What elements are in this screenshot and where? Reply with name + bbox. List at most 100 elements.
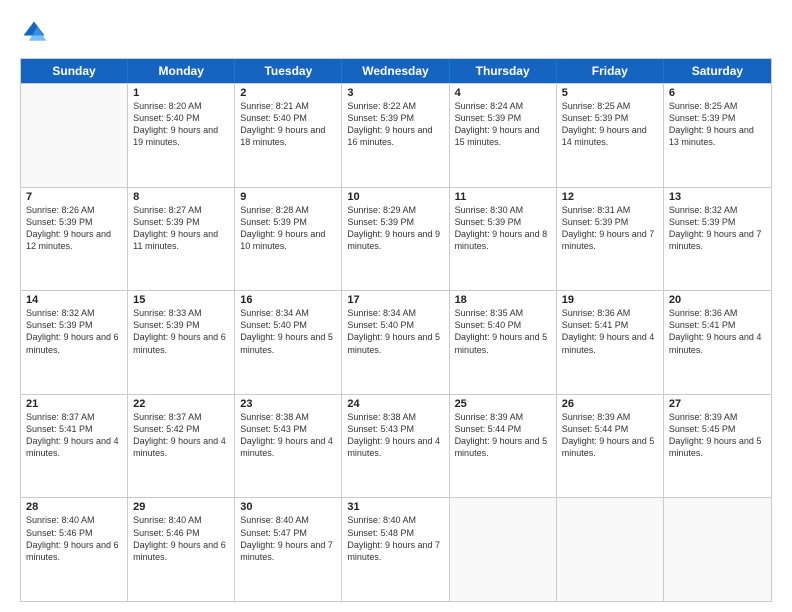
sunrise: Sunrise: 8:26 AM [26, 204, 122, 216]
daylight: Daylight: 9 hours and 4 minutes. [26, 435, 122, 459]
day-number: 11 [455, 191, 551, 203]
calendar-cell: 8Sunrise: 8:27 AMSunset: 5:39 PMDaylight… [128, 188, 235, 291]
calendar-cell: 11Sunrise: 8:30 AMSunset: 5:39 PMDayligh… [450, 188, 557, 291]
sunrise: Sunrise: 8:29 AM [347, 204, 443, 216]
day-number: 30 [240, 501, 336, 513]
calendar-cell: 6Sunrise: 8:25 AMSunset: 5:39 PMDaylight… [664, 84, 771, 187]
sunset: Sunset: 5:39 PM [133, 319, 229, 331]
calendar-week-1: 1Sunrise: 8:20 AMSunset: 5:40 PMDaylight… [21, 83, 771, 187]
sunset: Sunset: 5:41 PM [669, 319, 766, 331]
sunset: Sunset: 5:40 PM [240, 319, 336, 331]
page: SundayMondayTuesdayWednesdayThursdayFrid… [0, 0, 792, 612]
sunset: Sunset: 5:40 PM [133, 112, 229, 124]
daylight: Daylight: 9 hours and 5 minutes. [455, 331, 551, 355]
day-header-friday: Friday [557, 59, 664, 83]
day-number: 6 [669, 87, 766, 99]
sunset: Sunset: 5:40 PM [347, 319, 443, 331]
sunrise: Sunrise: 8:37 AM [133, 411, 229, 423]
daylight: Daylight: 9 hours and 5 minutes. [562, 435, 658, 459]
day-number: 29 [133, 501, 229, 513]
sunrise: Sunrise: 8:38 AM [347, 411, 443, 423]
sunrise: Sunrise: 8:31 AM [562, 204, 658, 216]
sunrise: Sunrise: 8:32 AM [669, 204, 766, 216]
day-number: 18 [455, 294, 551, 306]
day-number: 7 [26, 191, 122, 203]
daylight: Daylight: 9 hours and 12 minutes. [26, 228, 122, 252]
calendar-body: 1Sunrise: 8:20 AMSunset: 5:40 PMDaylight… [21, 83, 771, 601]
calendar-cell: 15Sunrise: 8:33 AMSunset: 5:39 PMDayligh… [128, 291, 235, 394]
calendar-cell [664, 498, 771, 601]
day-number: 25 [455, 398, 551, 410]
sunset: Sunset: 5:39 PM [562, 216, 658, 228]
sunset: Sunset: 5:46 PM [133, 527, 229, 539]
sunset: Sunset: 5:39 PM [455, 112, 551, 124]
day-number: 5 [562, 87, 658, 99]
day-number: 14 [26, 294, 122, 306]
daylight: Daylight: 9 hours and 9 minutes. [347, 228, 443, 252]
day-number: 12 [562, 191, 658, 203]
daylight: Daylight: 9 hours and 19 minutes. [133, 124, 229, 148]
sunset: Sunset: 5:39 PM [455, 216, 551, 228]
sunrise: Sunrise: 8:40 AM [26, 514, 122, 526]
sunrise: Sunrise: 8:32 AM [26, 307, 122, 319]
sunset: Sunset: 5:40 PM [240, 112, 336, 124]
daylight: Daylight: 9 hours and 6 minutes. [26, 331, 122, 355]
sunrise: Sunrise: 8:38 AM [240, 411, 336, 423]
sunrise: Sunrise: 8:33 AM [133, 307, 229, 319]
calendar-cell: 29Sunrise: 8:40 AMSunset: 5:46 PMDayligh… [128, 498, 235, 601]
daylight: Daylight: 9 hours and 7 minutes. [240, 539, 336, 563]
daylight: Daylight: 9 hours and 6 minutes. [133, 539, 229, 563]
day-header-tuesday: Tuesday [235, 59, 342, 83]
sunrise: Sunrise: 8:34 AM [240, 307, 336, 319]
sunrise: Sunrise: 8:36 AM [562, 307, 658, 319]
day-number: 15 [133, 294, 229, 306]
calendar-cell: 30Sunrise: 8:40 AMSunset: 5:47 PMDayligh… [235, 498, 342, 601]
daylight: Daylight: 9 hours and 5 minutes. [240, 331, 336, 355]
sunset: Sunset: 5:40 PM [455, 319, 551, 331]
daylight: Daylight: 9 hours and 11 minutes. [133, 228, 229, 252]
sunrise: Sunrise: 8:20 AM [133, 100, 229, 112]
calendar-cell: 2Sunrise: 8:21 AMSunset: 5:40 PMDaylight… [235, 84, 342, 187]
day-number: 9 [240, 191, 336, 203]
sunset: Sunset: 5:44 PM [455, 423, 551, 435]
day-number: 2 [240, 87, 336, 99]
calendar-cell: 26Sunrise: 8:39 AMSunset: 5:44 PMDayligh… [557, 395, 664, 498]
calendar-cell: 4Sunrise: 8:24 AMSunset: 5:39 PMDaylight… [450, 84, 557, 187]
logo-icon [20, 18, 48, 46]
sunrise: Sunrise: 8:39 AM [455, 411, 551, 423]
day-number: 19 [562, 294, 658, 306]
calendar-cell: 16Sunrise: 8:34 AMSunset: 5:40 PMDayligh… [235, 291, 342, 394]
daylight: Daylight: 9 hours and 4 minutes. [240, 435, 336, 459]
calendar-cell: 9Sunrise: 8:28 AMSunset: 5:39 PMDaylight… [235, 188, 342, 291]
calendar-week-2: 7Sunrise: 8:26 AMSunset: 5:39 PMDaylight… [21, 187, 771, 291]
sunrise: Sunrise: 8:40 AM [240, 514, 336, 526]
sunset: Sunset: 5:39 PM [562, 112, 658, 124]
calendar-cell: 19Sunrise: 8:36 AMSunset: 5:41 PMDayligh… [557, 291, 664, 394]
calendar-cell: 5Sunrise: 8:25 AMSunset: 5:39 PMDaylight… [557, 84, 664, 187]
sunset: Sunset: 5:46 PM [26, 527, 122, 539]
daylight: Daylight: 9 hours and 8 minutes. [455, 228, 551, 252]
sunset: Sunset: 5:39 PM [133, 216, 229, 228]
sunset: Sunset: 5:39 PM [26, 319, 122, 331]
daylight: Daylight: 9 hours and 4 minutes. [669, 331, 766, 355]
sunrise: Sunrise: 8:39 AM [562, 411, 658, 423]
calendar-cell: 27Sunrise: 8:39 AMSunset: 5:45 PMDayligh… [664, 395, 771, 498]
day-number: 21 [26, 398, 122, 410]
daylight: Daylight: 9 hours and 7 minutes. [562, 228, 658, 252]
day-number: 17 [347, 294, 443, 306]
calendar: SundayMondayTuesdayWednesdayThursdayFrid… [20, 58, 772, 602]
sunrise: Sunrise: 8:30 AM [455, 204, 551, 216]
daylight: Daylight: 9 hours and 15 minutes. [455, 124, 551, 148]
calendar-cell: 12Sunrise: 8:31 AMSunset: 5:39 PMDayligh… [557, 188, 664, 291]
day-number: 16 [240, 294, 336, 306]
day-number: 20 [669, 294, 766, 306]
sunrise: Sunrise: 8:22 AM [347, 100, 443, 112]
day-header-sunday: Sunday [21, 59, 128, 83]
day-number: 13 [669, 191, 766, 203]
day-number: 28 [26, 501, 122, 513]
calendar-cell: 1Sunrise: 8:20 AMSunset: 5:40 PMDaylight… [128, 84, 235, 187]
sunrise: Sunrise: 8:40 AM [133, 514, 229, 526]
day-header-monday: Monday [128, 59, 235, 83]
sunset: Sunset: 5:48 PM [347, 527, 443, 539]
daylight: Daylight: 9 hours and 18 minutes. [240, 124, 336, 148]
